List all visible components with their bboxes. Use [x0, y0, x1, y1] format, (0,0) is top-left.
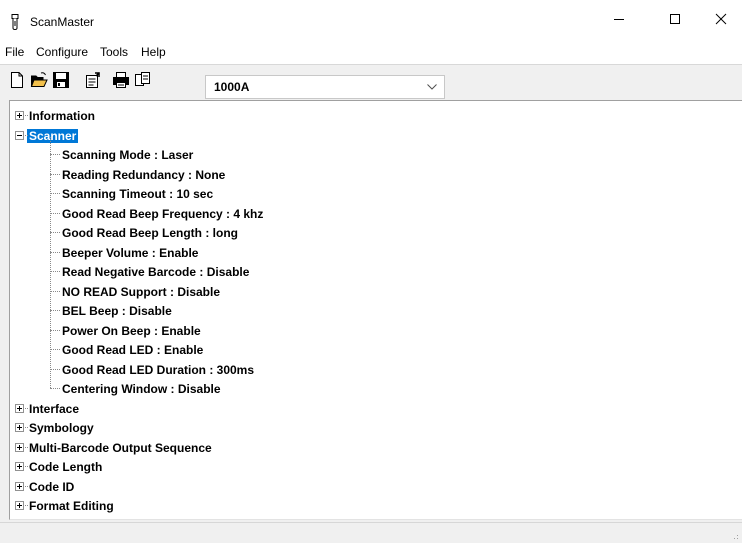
tree-leaf-label: Centering Window : Disable: [62, 382, 221, 396]
tree-leaf-label: Beeper Volume : Enable: [62, 245, 199, 260]
expand-icon[interactable]: [15, 442, 24, 452]
tree-connector: [25, 505, 28, 506]
tree-node-label: Code ID: [29, 479, 75, 494]
menu-help[interactable]: Help: [141, 45, 166, 59]
tree-connector: [50, 251, 60, 253]
copy-icon[interactable]: [134, 71, 152, 89]
status-bar: [0, 522, 742, 543]
tree-connector: [50, 349, 60, 350]
tree-leaf-label: Reading Redundancy : None: [62, 167, 226, 182]
tree-node-label: Format Editing: [29, 499, 114, 513]
tree-leaf-label: Scanning Mode : Laser: [62, 148, 194, 162]
tree-connector: [50, 193, 60, 194]
tree-connector: [50, 232, 60, 233]
tree-connector: [25, 446, 28, 448]
open-folder-icon[interactable]: [30, 71, 48, 89]
tree-node-label: Code Length: [29, 460, 103, 474]
expand-icon[interactable]: [15, 481, 24, 491]
tree-connector: [50, 154, 60, 155]
tree-leaf-label: Power On Beep : Enable: [62, 323, 201, 338]
print-icon[interactable]: [112, 71, 130, 89]
tree-leaf-label: NO READ Support : Disable: [62, 284, 221, 299]
properties-icon[interactable]: [84, 71, 102, 89]
tree-connector: [50, 368, 60, 370]
maximize-button[interactable]: [652, 4, 698, 34]
new-file-icon[interactable]: [8, 71, 26, 89]
tree-node-label: Scanner: [27, 128, 79, 143]
model-select-value: 1000A: [214, 80, 250, 94]
expand-icon[interactable]: [15, 462, 24, 471]
expand-icon[interactable]: [15, 501, 24, 510]
collapse-icon[interactable]: [15, 130, 24, 140]
tree-connector: [50, 271, 60, 272]
close-button[interactable]: [698, 4, 742, 34]
settings-tree[interactable]: Information Scanner Scanning Mode : Laser R…: [9, 100, 742, 520]
tree-leaf-label: Scanning Timeout : 10 sec: [62, 187, 214, 201]
tree-leaf-label: Good Read Beep Length : long: [62, 226, 238, 240]
expand-icon[interactable]: [15, 111, 24, 120]
tree-leaf-label: Good Read LED : Enable: [62, 343, 204, 357]
close-icon: [715, 13, 727, 25]
tree-connector: [50, 290, 60, 292]
chevron-down-icon[interactable]: [427, 84, 437, 90]
menu-tools[interactable]: Tools: [100, 45, 128, 59]
expand-icon[interactable]: [15, 423, 24, 432]
tree-node-label: Information: [29, 109, 95, 123]
tree-connector: [50, 329, 60, 331]
menu-configure[interactable]: Configure: [36, 45, 88, 59]
window-title: ScanMaster: [30, 15, 95, 29]
tree-connector: [25, 485, 28, 487]
save-icon[interactable]: [52, 71, 70, 89]
tree-connector: [50, 173, 60, 175]
menu-bar: File Configure Tools Help: [0, 40, 742, 64]
tree-connector: [25, 466, 28, 467]
maximize-icon: [670, 14, 680, 24]
tree-node-label: Multi-Barcode Output Sequence: [29, 440, 212, 455]
resize-grip-icon[interactable]: [729, 530, 739, 540]
tree-leaf-label: Read Negative Barcode : Disable: [62, 265, 250, 279]
tree-leaf-label: BEL Beep : Disable: [62, 304, 172, 318]
tree-connector: [25, 407, 28, 409]
menu-file[interactable]: File: [5, 45, 24, 59]
minimize-icon: [614, 19, 624, 20]
tree-leaf-label: Good Read Beep Frequency : 4 khz: [62, 206, 264, 221]
expand-icon[interactable]: [15, 403, 24, 413]
model-select[interactable]: 1000A: [205, 75, 445, 99]
tree-connector: [25, 115, 28, 116]
barcode-scanner-icon: [11, 14, 19, 30]
tree-connector: [25, 134, 28, 136]
tree-connector: [50, 388, 60, 389]
tree-node-label: Symbology: [29, 421, 94, 435]
scanmaster-window: ScanMaster File Configure Tools Help 100…: [0, 0, 742, 543]
tree-connector: [25, 427, 28, 428]
tree-leaf-label: Good Read LED Duration : 300ms: [62, 362, 255, 377]
tree-connector: [50, 137, 51, 388]
tree-node-label: Interface: [29, 401, 80, 416]
tree-connector: [50, 212, 60, 214]
title-bar[interactable]: ScanMaster: [0, 0, 742, 40]
minimize-button[interactable]: [596, 4, 642, 34]
tree-connector: [50, 310, 60, 311]
